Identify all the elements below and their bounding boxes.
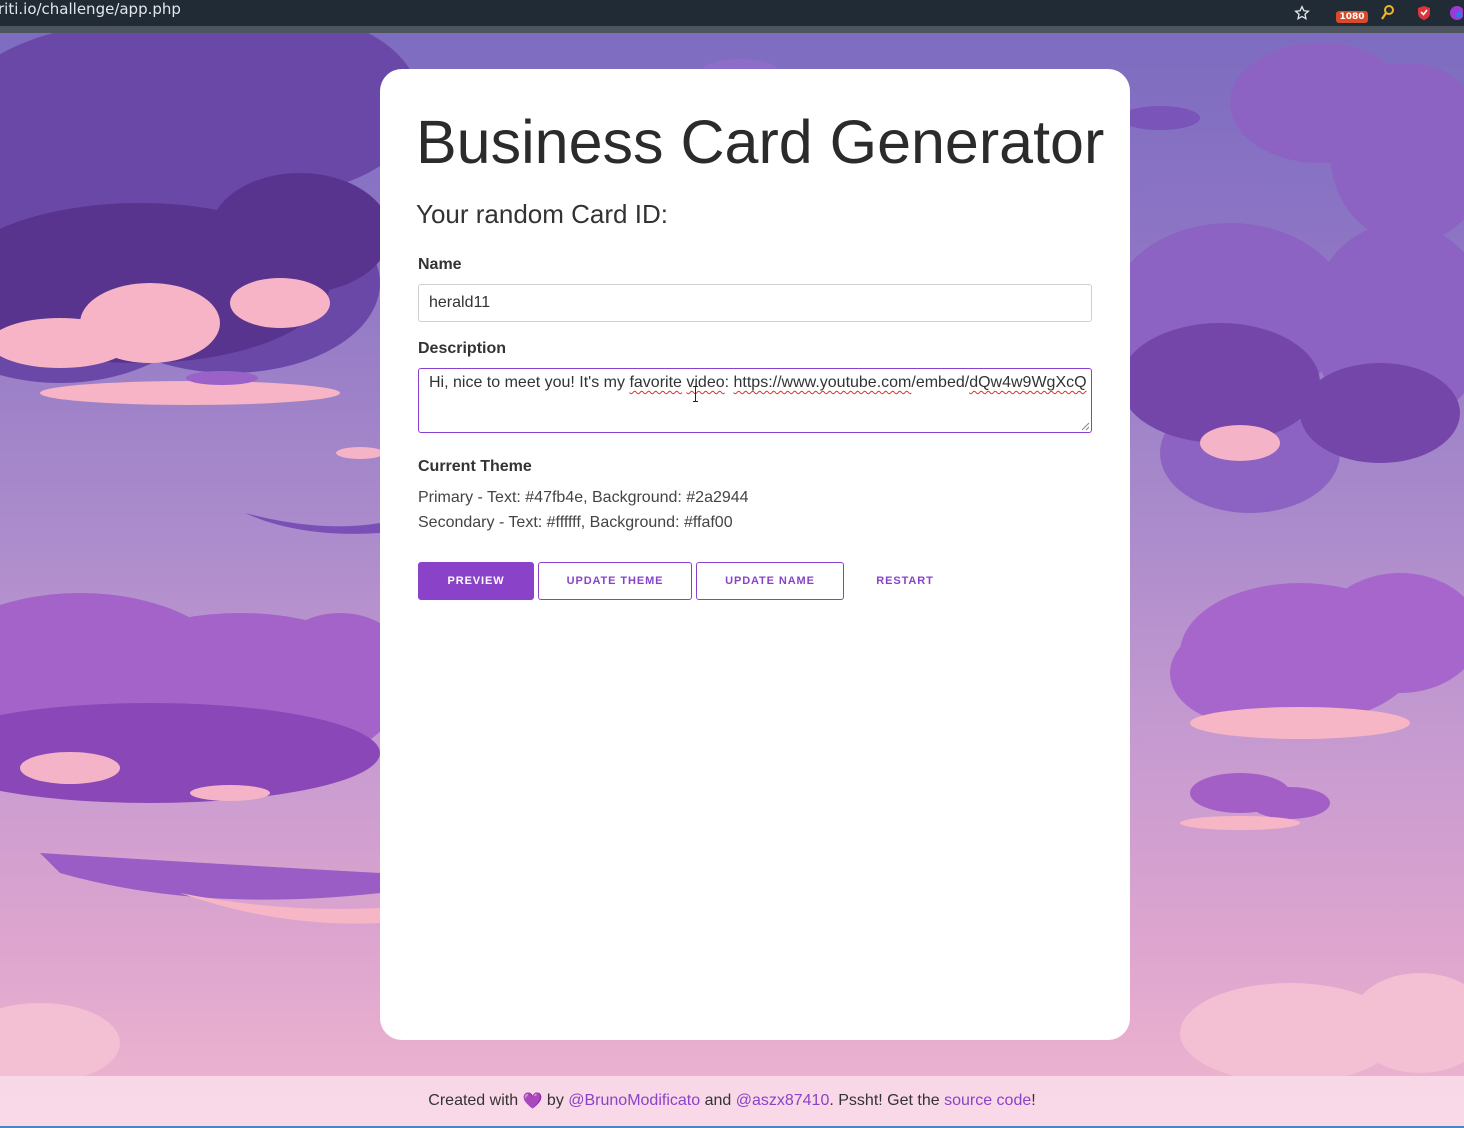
footer-text: and: [700, 1092, 736, 1109]
heart-icon: 💜: [522, 1093, 543, 1110]
card-id-label: Your random Card ID:: [416, 199, 668, 229]
footer-text: by: [542, 1092, 569, 1109]
description-text-segment: Hi, nice to meet you! It's my: [429, 374, 630, 391]
footer-text: !: [1031, 1092, 1036, 1109]
bookmark-star-icon[interactable]: [1291, 0, 1313, 26]
key-extension-icon[interactable]: [1378, 0, 1398, 26]
description-label: Description: [418, 340, 507, 357]
current-theme-label: Current Theme: [418, 458, 532, 475]
restart-button[interactable]: RESTART: [848, 562, 962, 600]
name-input[interactable]: [418, 284, 1092, 322]
profile-avatar-icon[interactable]: [1446, 0, 1464, 26]
extension-counter-icon[interactable]: 1080: [1336, 0, 1368, 26]
business-card-panel: Business Card Generator Your random Card…: [380, 69, 1130, 1040]
author2-link[interactable]: @aszx87410: [736, 1092, 830, 1110]
footer-text: . Pssht! Get the: [829, 1092, 945, 1109]
description-misspelled-word: favorite: [629, 374, 682, 391]
page-title: Business Card Generator: [416, 108, 1105, 176]
extension-badge: 1080: [1336, 11, 1368, 23]
update-name-button[interactable]: UPDATE NAME: [696, 562, 844, 600]
footer-text: Created with: [428, 1092, 523, 1109]
resize-handle-icon[interactable]: [1081, 422, 1090, 431]
description-misspelled-word: https://www.youtube.com: [733, 374, 912, 391]
description-misspelled-word: dQw4w9WgXcQ: [969, 374, 1087, 391]
description-text-segment: /embed/: [911, 374, 970, 391]
description-textarea[interactable]: Hi, nice to meet you! It's my favorite v…: [418, 368, 1092, 433]
browser-toolbar: riti.io/challenge/app.php 1080: [0, 0, 1464, 26]
page-footer: Created with 💜 by @BrunoModificato and @…: [0, 1076, 1464, 1126]
primary-theme-text: Primary - Text: #47fb4e, Background: #2a…: [418, 489, 749, 506]
secondary-theme-text: Secondary - Text: #ffffff, Background: #…: [418, 514, 733, 531]
update-theme-button[interactable]: UPDATE THEME: [538, 562, 692, 600]
author1-link[interactable]: @BrunoModificato: [568, 1092, 700, 1110]
ibeam-cursor-icon: [693, 386, 698, 402]
toolbar-divider: [0, 26, 1464, 33]
preview-button[interactable]: PREVIEW: [418, 562, 534, 600]
shield-extension-icon[interactable]: [1414, 0, 1434, 26]
description-text-segment: :: [724, 374, 734, 391]
source-code-link[interactable]: source code: [944, 1092, 1031, 1110]
address-bar-url[interactable]: riti.io/challenge/app.php: [0, 0, 181, 18]
name-label: Name: [418, 256, 462, 273]
